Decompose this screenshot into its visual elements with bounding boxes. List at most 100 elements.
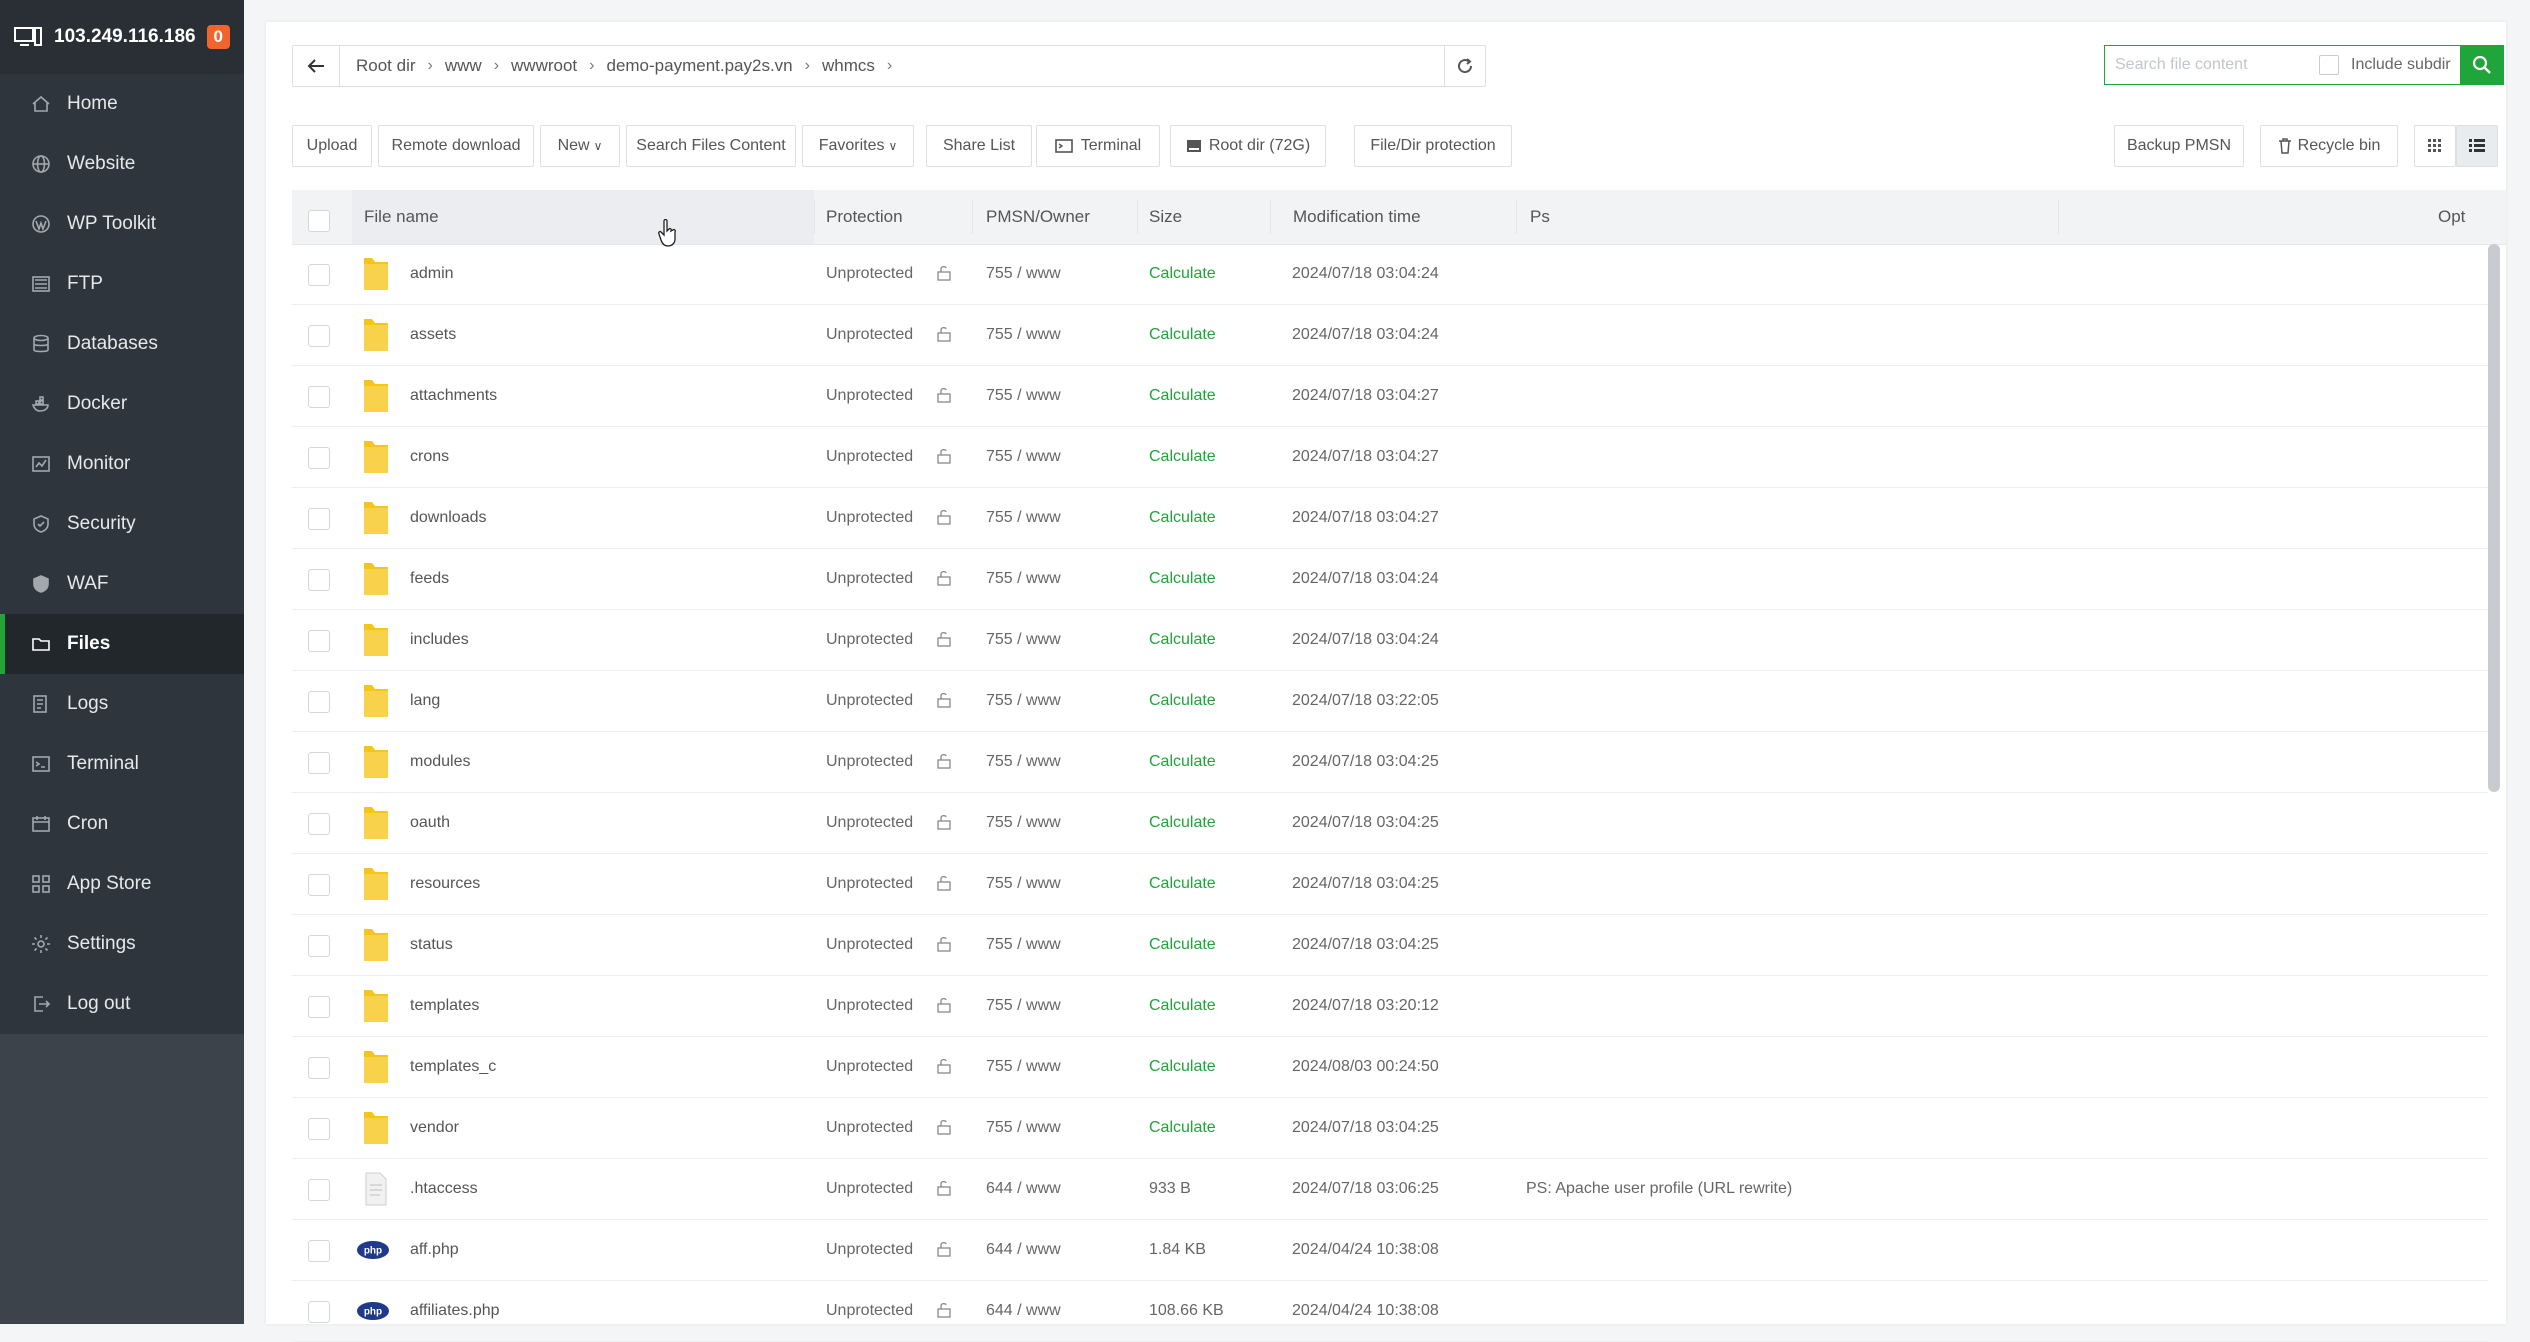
table-row[interactable]: templates_c Unprotected 755 / www Calculate… (292, 1037, 2488, 1098)
file-dir-protection-button[interactable]: File/Dir protection (1354, 125, 1512, 167)
file-name[interactable]: downloads (410, 488, 487, 548)
file-name[interactable]: resources (410, 854, 480, 914)
unlock-icon[interactable] (936, 508, 954, 526)
permission-owner[interactable]: 755 / www (986, 305, 1061, 365)
row-checkbox[interactable] (308, 1179, 330, 1201)
row-checkbox[interactable] (308, 1118, 330, 1140)
sidebar-item-home[interactable]: Home (0, 74, 244, 134)
unlock-icon[interactable] (936, 691, 954, 709)
file-size[interactable]: Calculate (1149, 976, 1216, 1036)
table-row[interactable]: vendor Unprotected 755 / www Calculate 2024/… (292, 1098, 2488, 1159)
row-checkbox[interactable] (308, 264, 330, 286)
row-checkbox[interactable] (308, 1301, 330, 1323)
header-mtime[interactable]: Modification time (1293, 190, 1421, 244)
file-size[interactable]: Calculate (1149, 854, 1216, 914)
notification-badge[interactable]: 0 (206, 25, 230, 49)
header-file-name[interactable]: File name (352, 190, 814, 244)
table-row[interactable]: admin Unprotected 755 / www Calculate 2024/0… (292, 244, 2488, 305)
file-name[interactable]: .htaccess (410, 1159, 478, 1219)
row-checkbox[interactable] (308, 1240, 330, 1262)
row-checkbox[interactable] (308, 813, 330, 835)
sidebar-item-app-store[interactable]: App Store (0, 854, 244, 914)
sidebar-item-ftp[interactable]: FTP (0, 254, 244, 314)
include-subdir-checkbox[interactable] (2319, 55, 2339, 75)
table-row[interactable]: resources Unprotected 755 / www Calculate 20… (292, 854, 2488, 915)
unlock-icon[interactable] (936, 1057, 954, 1075)
file-name[interactable]: crons (410, 427, 449, 487)
unlock-icon[interactable] (936, 1301, 954, 1319)
header-protection[interactable]: Protection (826, 190, 903, 244)
unlock-icon[interactable] (936, 325, 954, 343)
permission-owner[interactable]: 755 / www (986, 549, 1061, 609)
backup-pmsn-button[interactable]: Backup PMSN (2114, 125, 2244, 167)
list-view-button[interactable] (2456, 125, 2498, 167)
file-name[interactable]: lang (410, 671, 440, 731)
unlock-icon[interactable] (936, 1240, 954, 1258)
breadcrumb-item[interactable]: whmcs (816, 56, 881, 76)
table-row[interactable]: modules Unprotected 755 / www Calculate 2024… (292, 732, 2488, 793)
file-name[interactable]: status (410, 915, 453, 975)
breadcrumb-item[interactable]: demo-payment.pay2s.vn (600, 56, 798, 76)
unlock-icon[interactable] (936, 386, 954, 404)
remote-download-button[interactable]: Remote download (378, 125, 534, 167)
table-row[interactable]: templates Unprotected 755 / www Calculate 20… (292, 976, 2488, 1037)
unlock-icon[interactable] (936, 1118, 954, 1136)
share-list-button[interactable]: Share List (926, 125, 1032, 167)
file-size[interactable]: Calculate (1149, 488, 1216, 548)
file-name[interactable]: feeds (410, 549, 449, 609)
permission-owner[interactable]: 755 / www (986, 427, 1061, 487)
table-row[interactable]: status Unprotected 755 / www Calculate 2024/… (292, 915, 2488, 976)
row-checkbox[interactable] (308, 447, 330, 469)
row-checkbox[interactable] (308, 325, 330, 347)
file-size[interactable]: Calculate (1149, 366, 1216, 426)
file-size[interactable]: Calculate (1149, 549, 1216, 609)
permission-owner[interactable]: 755 / www (986, 244, 1061, 304)
unlock-icon[interactable] (936, 569, 954, 587)
sidebar-item-files[interactable]: Files (0, 614, 244, 674)
sidebar-item-cron[interactable]: Cron (0, 794, 244, 854)
file-size[interactable]: Calculate (1149, 1037, 1216, 1097)
file-ps-note[interactable]: PS: Apache user profile (URL rewrite) (1526, 1159, 1792, 1219)
file-size[interactable]: Calculate (1149, 793, 1216, 853)
file-size[interactable]: Calculate (1149, 244, 1216, 304)
table-row[interactable]: lang Unprotected 755 / www Calculate 2024/07… (292, 671, 2488, 732)
table-row[interactable]: oauth Unprotected 755 / www Calculate 2024/0… (292, 793, 2488, 854)
sidebar-item-settings[interactable]: Settings (0, 914, 244, 974)
table-row[interactable]: .htaccess Unprotected 644 / www 933 B 2024/0… (292, 1159, 2488, 1220)
file-size[interactable]: Calculate (1149, 305, 1216, 365)
unlock-icon[interactable] (936, 447, 954, 465)
search-button[interactable] (2460, 45, 2504, 85)
row-checkbox[interactable] (308, 1057, 330, 1079)
sidebar-item-website[interactable]: Website (0, 134, 244, 194)
unlock-icon[interactable] (936, 874, 954, 892)
row-checkbox[interactable] (308, 569, 330, 591)
file-size[interactable]: Calculate (1149, 671, 1216, 731)
back-button[interactable] (293, 46, 340, 86)
table-row[interactable]: php affiliates.php Unprotected 644 / www 108… (292, 1281, 2488, 1342)
root-dir-button[interactable]: Root dir (72G) (1170, 125, 1326, 167)
row-checkbox[interactable] (308, 630, 330, 652)
sidebar-item-wp-toolkit[interactable]: WP Toolkit (0, 194, 244, 254)
select-all-checkbox[interactable] (308, 210, 330, 232)
row-checkbox[interactable] (308, 386, 330, 408)
file-size[interactable]: Calculate (1149, 915, 1216, 975)
breadcrumb-item[interactable]: www (439, 56, 488, 76)
row-checkbox[interactable] (308, 508, 330, 530)
recycle-bin-button[interactable]: Recycle bin (2260, 125, 2398, 167)
upload-button[interactable]: Upload (292, 125, 372, 167)
header-size[interactable]: Size (1149, 190, 1182, 244)
sidebar-item-monitor[interactable]: Monitor (0, 434, 244, 494)
unlock-icon[interactable] (936, 996, 954, 1014)
file-name[interactable]: includes (410, 610, 469, 670)
permission-owner[interactable]: 755 / www (986, 976, 1061, 1036)
row-checkbox[interactable] (308, 874, 330, 896)
unlock-icon[interactable] (936, 813, 954, 831)
unlock-icon[interactable] (936, 1179, 954, 1197)
file-name[interactable]: admin (410, 244, 454, 304)
file-name[interactable]: aff.php (410, 1220, 459, 1280)
permission-owner[interactable]: 644 / www (986, 1281, 1061, 1341)
file-name[interactable]: templates (410, 976, 479, 1036)
table-row[interactable]: attachments Unprotected 755 / www Calculate… (292, 366, 2488, 427)
row-checkbox[interactable] (308, 752, 330, 774)
table-row[interactable]: downloads Unprotected 755 / www Calculate 20… (292, 488, 2488, 549)
